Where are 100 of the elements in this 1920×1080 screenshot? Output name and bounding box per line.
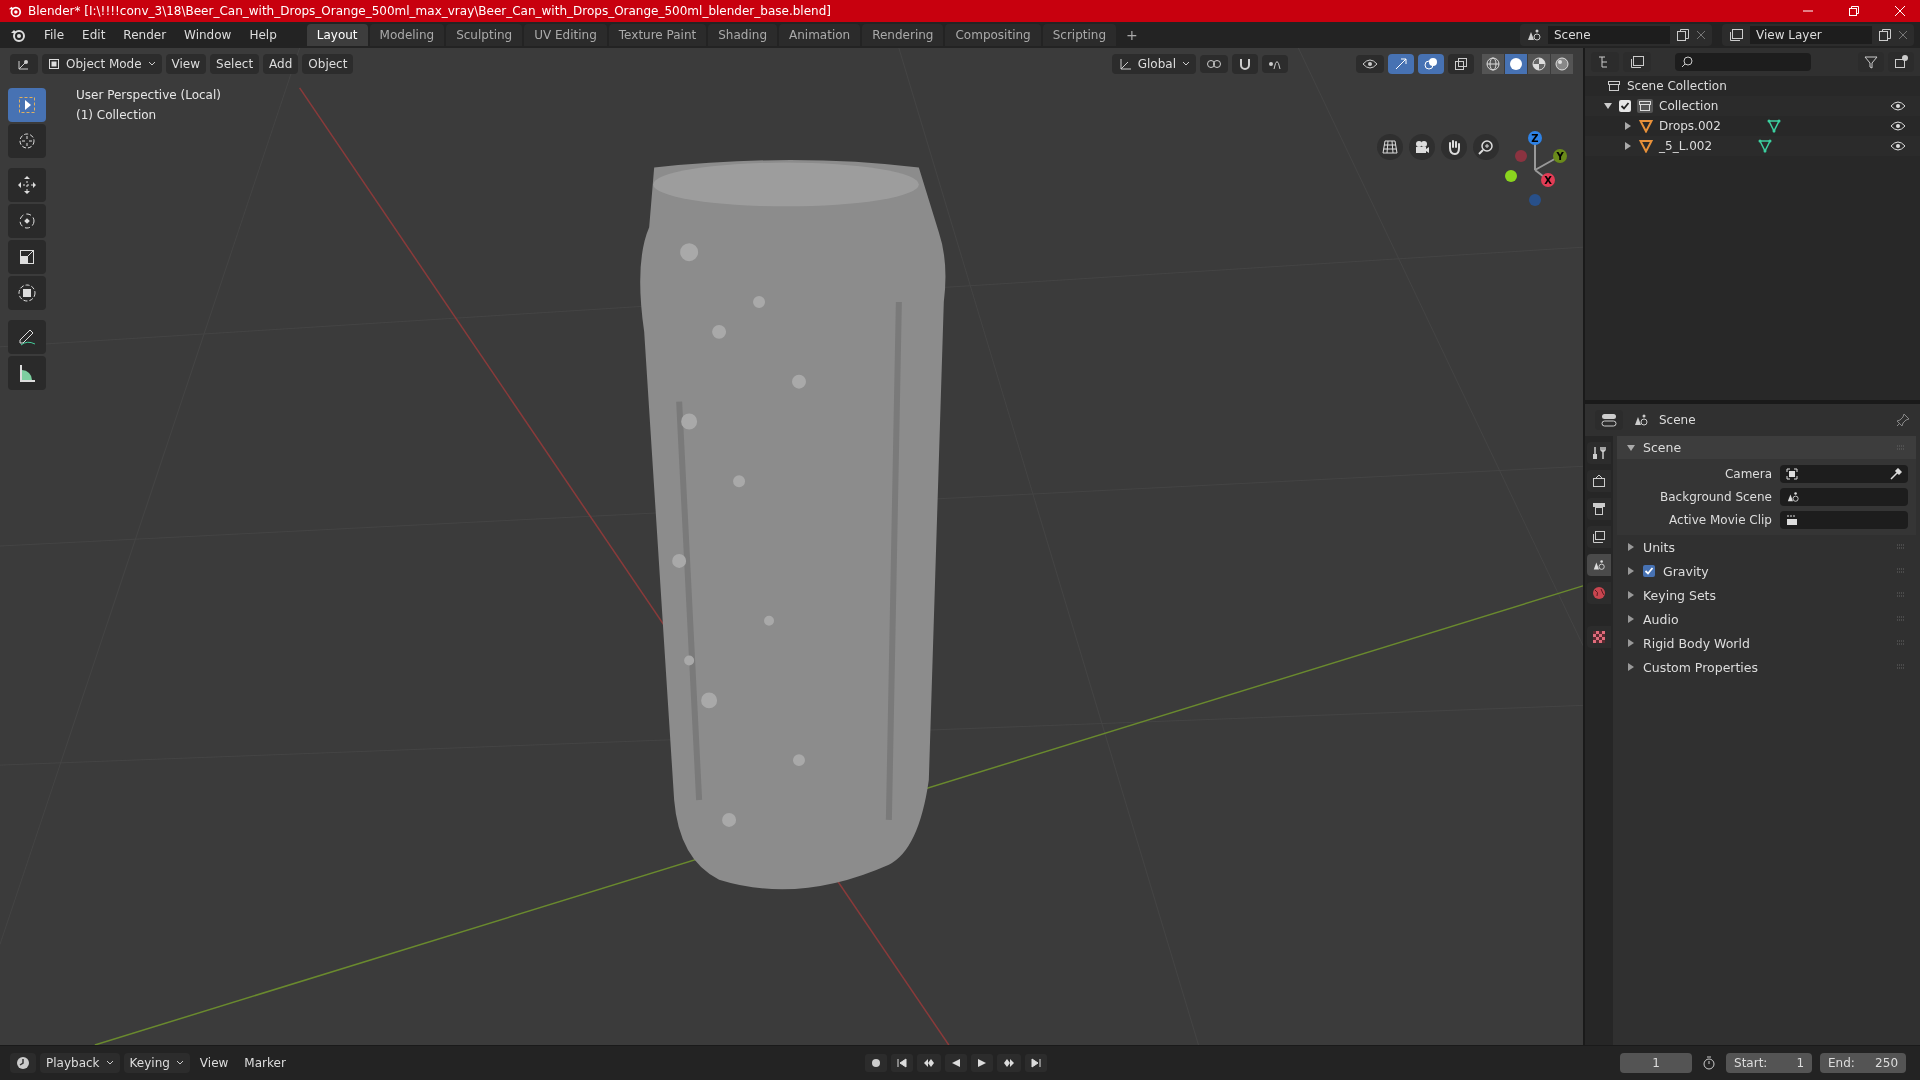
menu-item[interactable]: View — [165, 54, 207, 74]
play-button[interactable] — [970, 1054, 993, 1072]
gizmo-toggle[interactable] — [1388, 54, 1414, 74]
disclosure-triangle-icon[interactable] — [1627, 639, 1635, 647]
copy-icon[interactable] — [1878, 28, 1892, 42]
menu-item[interactable]: File — [36, 25, 73, 45]
drag-handle-icon[interactable] — [1896, 664, 1906, 670]
search-field[interactable] — [1675, 53, 1811, 71]
properties-tab[interactable] — [1587, 554, 1611, 576]
properties-tab[interactable] — [1587, 626, 1611, 648]
disclosure-triangle-icon[interactable] — [1623, 121, 1633, 131]
disclosure-triangle-icon[interactable] — [1603, 101, 1613, 111]
start-frame-field[interactable]: Start: 1 — [1726, 1053, 1812, 1073]
menu-item[interactable]: Render — [115, 25, 175, 45]
mode-dropdown[interactable]: Object Mode — [42, 54, 162, 74]
disclosure-triangle-icon[interactable] — [1623, 141, 1633, 151]
orientation-dropdown[interactable]: Global — [1111, 54, 1196, 74]
outliner-item[interactable]: Drops.002 — [1659, 119, 1721, 133]
tool-button[interactable] — [8, 204, 46, 238]
shading-button[interactable] — [1528, 54, 1550, 74]
properties-tab[interactable] — [1587, 526, 1611, 548]
end-frame-field[interactable]: End: 250 — [1820, 1053, 1906, 1073]
shading-button[interactable] — [1482, 54, 1504, 74]
outliner-item[interactable]: Scene Collection — [1627, 79, 1727, 93]
disclosure-triangle-icon[interactable] — [1627, 663, 1635, 671]
play-reverse-button[interactable] — [944, 1054, 967, 1072]
tool-button[interactable] — [8, 276, 46, 310]
workspace-tab[interactable]: Layout — [306, 24, 368, 46]
mesh-data-icon[interactable] — [1758, 139, 1773, 153]
workspace-tab[interactable]: UV Editing — [524, 24, 607, 46]
pivot-dropdown[interactable] — [1200, 55, 1228, 73]
menu-item[interactable]: Marker — [238, 1053, 292, 1073]
workspace-tab[interactable]: Scripting — [1042, 24, 1117, 46]
pin-icon[interactable] — [1896, 413, 1910, 427]
workspace-tab[interactable]: Rendering — [862, 24, 944, 46]
workspace-tab[interactable]: Compositing — [945, 24, 1041, 46]
menu-item[interactable]: Select — [210, 54, 260, 74]
jump-end-button[interactable] — [1024, 1054, 1047, 1072]
record-button[interactable] — [864, 1054, 887, 1072]
input-field[interactable] — [1780, 488, 1908, 506]
properties-tab[interactable] — [1587, 498, 1611, 520]
maximize-icon[interactable] — [1848, 5, 1860, 17]
snap-button[interactable] — [1232, 54, 1258, 74]
close-icon[interactable] — [1696, 30, 1706, 40]
filter-button[interactable] — [1858, 52, 1884, 72]
axis-gizmo-drawing[interactable]: Z Y X — [1495, 126, 1575, 206]
checkbox[interactable] — [1619, 100, 1631, 112]
view-layer-selector[interactable]: View Layer — [1722, 24, 1914, 46]
menu-item[interactable]: Edit — [74, 25, 114, 45]
editor-type-button[interactable] — [10, 1053, 36, 1073]
disclosure-triangle-icon[interactable] — [1627, 543, 1635, 551]
panel-title[interactable]: Rigid Body World — [1643, 635, 1750, 651]
display-mode-button[interactable] — [1623, 52, 1651, 72]
tool-button[interactable] — [8, 240, 46, 274]
xray-toggle[interactable] — [1448, 54, 1474, 74]
mesh-data-icon[interactable] — [1766, 119, 1781, 133]
overlay-toggle[interactable] — [1418, 54, 1444, 74]
checkbox[interactable] — [1643, 565, 1655, 577]
menu-item[interactable]: Help — [241, 25, 285, 45]
drag-handle-icon[interactable] — [1896, 616, 1906, 622]
eye-icon[interactable] — [1890, 120, 1906, 132]
next-keyframe-button[interactable] — [996, 1054, 1021, 1072]
panel-title[interactable]: Gravity — [1663, 563, 1709, 579]
drag-handle-icon[interactable] — [1896, 568, 1906, 574]
properties-tab[interactable] — [1587, 470, 1611, 492]
eyedropper-icon[interactable] — [1890, 468, 1902, 480]
stopwatch-icon[interactable] — [1702, 1056, 1716, 1070]
workspace-tab[interactable]: Shading — [708, 24, 777, 46]
input-field[interactable] — [1780, 511, 1908, 529]
menu-item[interactable]: Add — [263, 54, 299, 74]
menu-dropdown[interactable]: Playback — [40, 1053, 120, 1073]
menu-dropdown[interactable]: Keying — [123, 1053, 190, 1073]
eye-icon[interactable] — [1890, 100, 1906, 112]
current-frame-field[interactable]: 1 — [1620, 1053, 1692, 1073]
prev-keyframe-button[interactable] — [916, 1054, 941, 1072]
jump-start-button[interactable] — [890, 1054, 913, 1072]
add-workspace-button[interactable]: + — [1118, 24, 1146, 46]
workspace-tab[interactable]: Modeling — [369, 24, 445, 46]
visibility-dropdown[interactable] — [1356, 55, 1384, 73]
copy-icon[interactable] — [1676, 28, 1690, 42]
workspace-tab[interactable]: Sculpting — [446, 24, 523, 46]
close-icon[interactable] — [1898, 30, 1908, 40]
editor-type-button[interactable] — [1595, 410, 1623, 430]
disclosure-triangle-icon[interactable] — [1627, 591, 1635, 599]
panel-title[interactable]: Keying Sets — [1643, 587, 1716, 603]
drag-handle-icon[interactable] — [1896, 544, 1906, 550]
menu-item[interactable]: View — [193, 1053, 235, 1073]
workspace-tab[interactable]: Texture Paint — [608, 24, 707, 46]
panel-title[interactable]: Scene — [1643, 440, 1682, 455]
eye-icon[interactable] — [1890, 140, 1906, 152]
shading-button[interactable] — [1505, 54, 1527, 74]
outliner-item[interactable]: Collection — [1659, 99, 1719, 113]
panel-title[interactable]: Custom Properties — [1643, 659, 1759, 675]
panel-title[interactable]: Units — [1643, 539, 1675, 555]
disclosure-triangle-icon[interactable] — [1627, 567, 1635, 575]
disclosure-triangle-icon[interactable] — [1627, 615, 1635, 623]
properties-tab[interactable] — [1587, 442, 1611, 464]
drag-handle-icon[interactable] — [1896, 592, 1906, 598]
workspace-tab[interactable]: Animation — [779, 24, 861, 46]
tool-button[interactable] — [8, 320, 46, 354]
